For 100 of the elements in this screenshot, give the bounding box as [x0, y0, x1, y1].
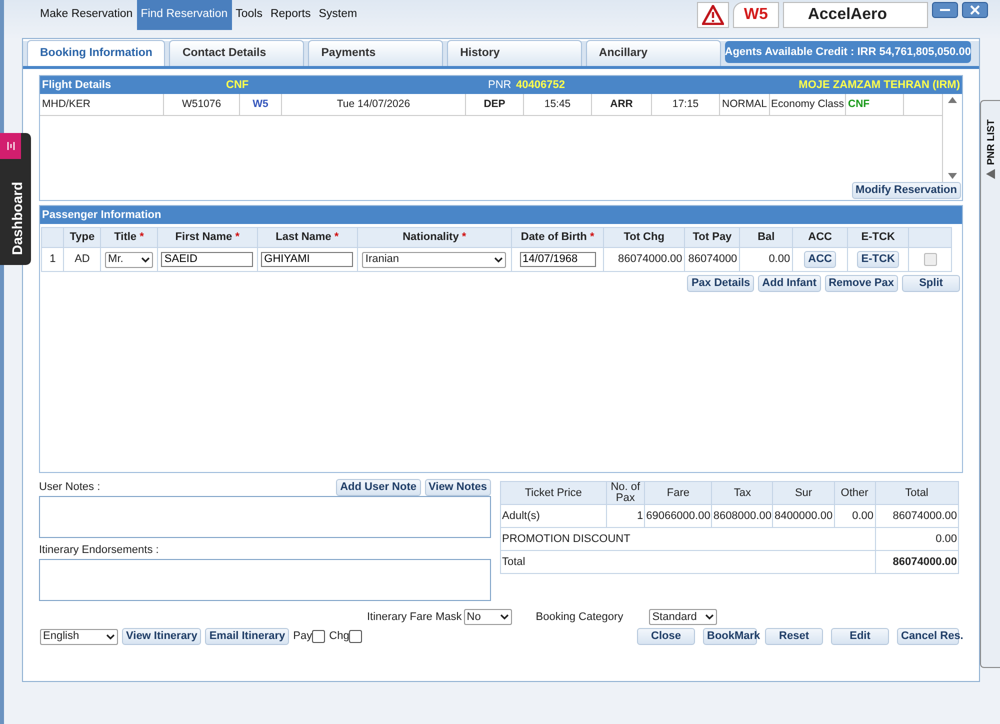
column-header: E-TCK — [848, 228, 909, 248]
close-icon — [970, 5, 980, 15]
table-cell: 86074000 — [684, 248, 740, 272]
column-header: Tax — [712, 482, 773, 504]
checkbox[interactable] — [312, 630, 326, 643]
itinerary-button[interactable]: View Itinerary — [122, 628, 202, 645]
tab[interactable]: Contact Details — [169, 40, 304, 66]
action-button[interactable]: Edit — [831, 628, 889, 645]
table-cell: 86074000.00 — [603, 248, 685, 272]
action-button[interactable]: Pax Details — [687, 275, 754, 292]
cabin-class: Economy Class — [770, 94, 846, 115]
pnr-label: PNR — [488, 78, 512, 93]
column-header: ACC — [792, 228, 848, 248]
scroll-up-icon[interactable] — [948, 97, 957, 103]
column-header: First Name * — [158, 228, 258, 248]
caret-icon — [494, 256, 504, 262]
segment-status: CNF — [846, 94, 904, 115]
action-button[interactable]: Remove Pax — [824, 275, 898, 292]
table-cell: 0.00 — [834, 504, 876, 528]
caret-icon — [141, 256, 150, 262]
notes-button[interactable]: View Notes — [424, 479, 491, 496]
checkbox-label: Pay — [293, 629, 312, 644]
table-cell: Total — [500, 550, 876, 574]
tab[interactable]: Payments — [308, 40, 444, 66]
user-notes-field[interactable] — [39, 496, 491, 538]
menu-item[interactable]: Reports — [266, 0, 315, 30]
table-cell: 8400000.00 — [772, 504, 834, 528]
fare-type: NORMAL — [720, 94, 770, 115]
table-cell: 0.00 — [740, 248, 793, 272]
column-header: Sur — [772, 482, 834, 504]
pnr-number: 40406752 — [516, 78, 565, 93]
expand-left-icon[interactable] — [986, 169, 995, 179]
section-header: Passenger Information — [40, 206, 962, 224]
table-cell: 86074000.00 — [875, 504, 958, 528]
table-cell: 8608000.00 — [712, 504, 773, 528]
column-header: Nationality * — [357, 228, 512, 248]
section-title: Flight Details — [42, 78, 112, 93]
tab[interactable]: Booking Information — [27, 40, 166, 66]
column-header: Total — [875, 482, 958, 504]
minimize-icon — [940, 8, 950, 12]
fare-mask-select[interactable]: No — [464, 608, 512, 625]
table-cell: 1 — [606, 504, 645, 528]
modify-reservation-button[interactable]: Modify Reservation — [852, 182, 961, 199]
column-header: Tot Pay — [684, 228, 740, 248]
menu-item[interactable]: Make Reservation — [36, 0, 137, 30]
field-label: Itinerary Endorsements : — [39, 543, 160, 558]
route: MHD/KER — [40, 94, 164, 115]
table-cell: 86074000.00 — [875, 550, 958, 574]
caret-icon — [500, 614, 509, 620]
dashboard-tab[interactable]: Dashboard — [0, 133, 31, 265]
panel-icon — [6, 141, 16, 151]
scroll-down-icon[interactable] — [948, 173, 957, 179]
column-header: Last Name * — [257, 228, 358, 248]
caret-icon — [705, 614, 714, 620]
field-label: Booking Category — [536, 610, 624, 624]
table-cell: 0.00 — [875, 528, 958, 550]
pnr-list-tab[interactable]: PNR LIST — [980, 100, 1000, 668]
table-cell: 69066000.00 — [644, 504, 712, 528]
brand-logo: AccelAero — [782, 2, 928, 28]
action-button[interactable]: Reset — [765, 628, 823, 645]
action-button[interactable]: Add Infant — [758, 275, 821, 292]
credit-banner: Agents Available Credit : IRR 54,761,805,050.00 — [724, 41, 971, 63]
caret-icon — [106, 634, 115, 640]
field-label: Itinerary Fare Mask — [367, 610, 462, 624]
menu-item[interactable]: Tools — [232, 0, 266, 30]
column-header: Fare — [644, 482, 712, 504]
minimize-button[interactable] — [932, 2, 958, 18]
checkbox[interactable] — [349, 630, 362, 643]
flight-number: W51076 — [164, 94, 240, 115]
warning-icon[interactable] — [702, 5, 724, 25]
notes-button[interactable]: Add User Note — [336, 479, 420, 496]
column-header: Date of Birth * — [512, 228, 604, 248]
column-header: Title * — [100, 228, 158, 248]
menu-item[interactable]: Find Reservation — [136, 0, 232, 30]
menu-item[interactable]: System — [314, 0, 362, 30]
tab[interactable]: Ancillary — [586, 40, 721, 66]
dashboard-label: Dashboard — [8, 182, 26, 255]
booking-category-select[interactable]: Standard — [649, 608, 718, 625]
flight-date: Tue 14/07/2026 — [282, 94, 466, 115]
pnr-list-label: PNR LIST — [985, 119, 998, 165]
column-header: Type — [64, 228, 101, 248]
arrival-time: 17:15 — [652, 94, 720, 115]
carrier-code: W5 — [240, 94, 282, 115]
table-cell: PROMOTION DISCOUNT — [500, 528, 876, 550]
checkbox-label: Chg — [329, 629, 350, 644]
field-label: User Notes : — [39, 480, 100, 496]
column-header: Tot Chg — [603, 228, 685, 248]
close-button[interactable] — [962, 2, 988, 18]
table-cell: Adult(s) — [500, 504, 606, 528]
tab[interactable]: History — [447, 40, 582, 66]
language-select[interactable]: English — [40, 628, 118, 644]
column-header: Bal — [740, 228, 793, 248]
itinerary-button[interactable]: Email Itinerary — [205, 628, 290, 645]
endorsements-field[interactable] — [39, 558, 491, 600]
arrival-label: ARR — [592, 94, 652, 115]
column-header: Ticket Price — [500, 482, 606, 504]
action-button[interactable]: Close — [637, 628, 695, 645]
action-button[interactable]: Split — [902, 275, 960, 292]
agent-name: MOJE ZAMZAM TEHRAN (IRM) — [798, 78, 960, 93]
departure-label: DEP — [466, 94, 524, 115]
